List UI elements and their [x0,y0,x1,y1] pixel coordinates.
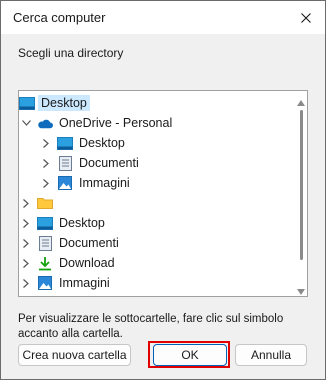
chevron-right-icon[interactable] [21,198,31,208]
ok-button[interactable]: OK [153,344,227,366]
tree-item-immagini[interactable]: Immagini [21,273,113,293]
pictures-icon [57,176,73,190]
onedrive-cloud-icon [37,116,53,130]
documents-icon [57,155,73,171]
scroll-down-arrow[interactable] [297,284,305,295]
window-title: Cerca computer [13,10,106,25]
scrollbar-thumb[interactable] [300,110,303,260]
close-icon [301,13,311,23]
new-folder-button[interactable]: Crea nuova cartella [18,344,131,366]
tree-item-desktop-root[interactable]: Desktop [19,93,90,113]
tree-item-label: Desktop [79,136,125,150]
tree-item-label: Download [59,256,115,270]
download-icon [37,256,53,270]
tree-item-onedrive-immagini[interactable]: Immagini [41,173,133,193]
tree-item-label: Documenti [79,156,139,170]
folder-tree[interactable]: Desktop OneDrive - Personal Desktop Docu… [18,90,308,297]
tree-item-download[interactable]: Download [21,253,118,273]
tree-item-user-folder[interactable] [21,193,62,213]
close-button[interactable] [295,7,317,29]
tree-item-label: Desktop [59,216,105,230]
browse-folder-dialog: Cerca computer Scegli una directory Desk… [0,0,326,380]
tree-item-label: Desktop [38,95,90,111]
pictures-icon [37,276,53,290]
chevron-right-icon[interactable] [41,158,51,168]
directory-prompt: Scegli una directory [18,46,124,60]
hint-text: Per visualizzare le sottocartelle, fare … [18,313,284,340]
chevron-right-icon[interactable] [21,258,31,268]
chevron-right-icon[interactable] [21,218,31,228]
tree-item-label: Immagini [79,176,130,190]
tree-item-documenti[interactable]: Documenti [21,233,122,253]
title-bar: Cerca computer [1,1,325,34]
chevron-down-icon[interactable] [21,118,31,128]
tree-item-label: OneDrive - Personal [59,116,173,130]
tree-item-onedrive-desktop[interactable]: Desktop [41,133,128,153]
tree-item-label [56,202,62,204]
scroll-up-arrow[interactable] [297,95,305,106]
tree-item-desktop[interactable]: Desktop [21,213,108,233]
chevron-right-icon[interactable] [21,238,31,248]
documents-icon [37,235,53,251]
desktop-folder-icon [57,136,73,150]
chevron-right-icon[interactable] [41,178,51,188]
tree-item-onedrive-documenti[interactable]: Documenti [41,153,142,173]
desktop-folder-icon [37,216,53,230]
chevron-right-icon[interactable] [41,138,51,148]
folder-icon [37,196,53,210]
tree-item-label: Immagini [59,276,110,290]
cancel-button[interactable]: Annulla [235,344,307,366]
tree-item-onedrive[interactable]: OneDrive - Personal [21,113,175,133]
tree-item-label: Documenti [59,236,119,250]
chevron-right-icon[interactable] [21,278,31,288]
desktop-folder-icon [19,96,35,110]
